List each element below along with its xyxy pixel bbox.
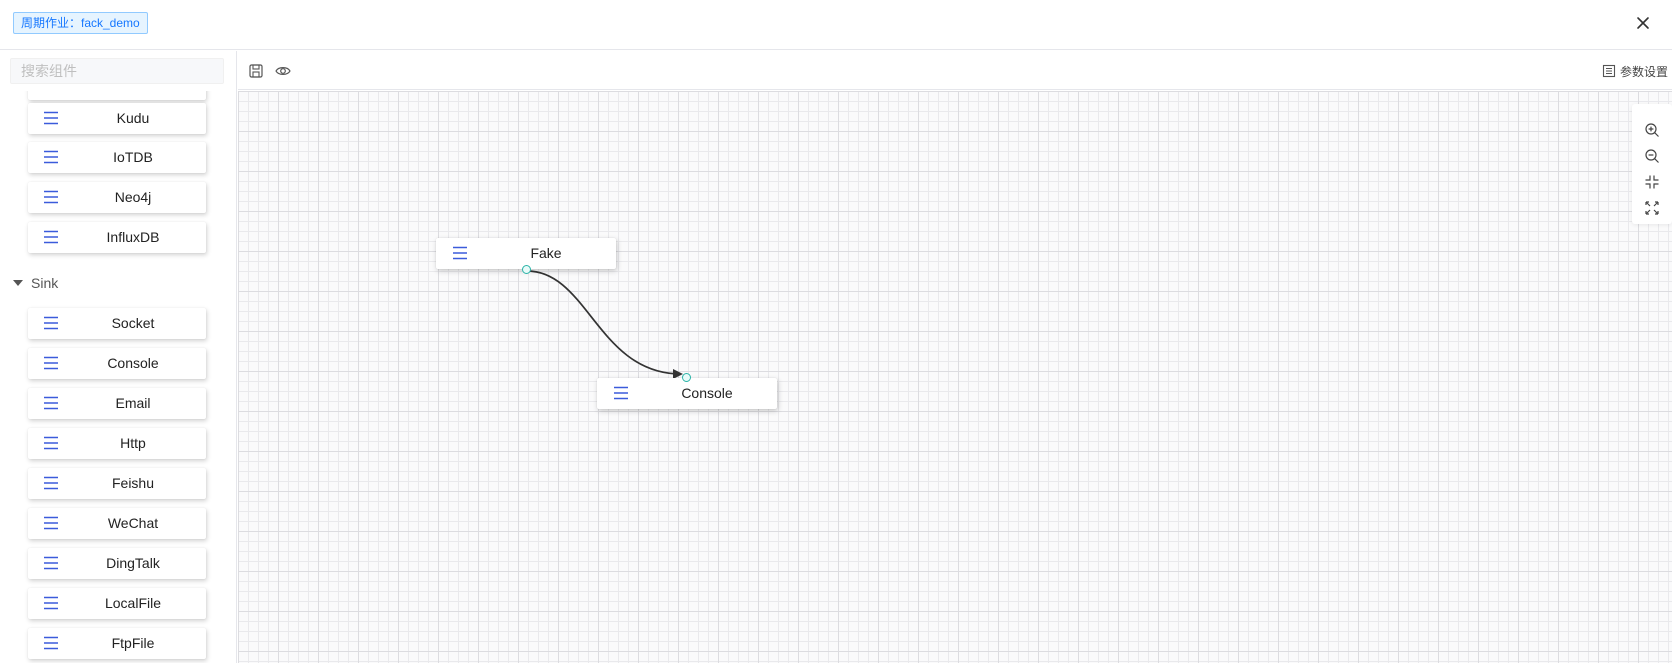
component-label: FtpFile — [111, 635, 155, 651]
component-label: Feishu — [111, 475, 155, 491]
fit-view-button[interactable] — [1644, 174, 1660, 190]
component-sidebar: Kudu IoTDB Neo4j InfluxDB Sink Socket Co… — [0, 51, 237, 663]
group-header-sink[interactable]: Sink — [12, 273, 58, 293]
zoom-out-button[interactable] — [1644, 148, 1660, 164]
save-button[interactable] — [248, 63, 264, 79]
fullscreen-icon — [1645, 201, 1659, 215]
zoom-in-icon — [1645, 123, 1659, 137]
component-label: InfluxDB — [106, 229, 160, 245]
component-item-feishu[interactable]: Feishu — [28, 468, 206, 499]
component-item-ftpfile[interactable]: FtpFile — [28, 628, 206, 659]
params-settings-button[interactable]: 参数设置 — [1602, 62, 1668, 80]
component-label: Http — [120, 435, 146, 451]
edge-fake-console[interactable] — [526, 270, 683, 379]
eye-icon — [275, 67, 291, 75]
output-port[interactable] — [522, 265, 531, 274]
edge-layer — [526, 270, 683, 379]
component-item-kudu[interactable]: Kudu — [28, 103, 206, 134]
component-item-console[interactable]: Console — [28, 348, 206, 379]
node-label: Console — [681, 385, 733, 401]
component-item-socket[interactable]: Socket — [28, 308, 206, 339]
component-item[interactable] — [28, 91, 206, 100]
group-label: Sink — [31, 275, 59, 291]
caret-down-icon — [13, 280, 23, 286]
node-console[interactable]: Console — [597, 378, 777, 409]
component-item-neo4j[interactable]: Neo4j — [28, 182, 206, 213]
close-icon — [1637, 17, 1649, 29]
close-button[interactable] — [1632, 12, 1654, 34]
component-label: Socket — [111, 315, 155, 331]
component-label: Neo4j — [114, 189, 152, 205]
component-item-localfile[interactable]: LocalFile — [28, 588, 206, 619]
zoom-out-icon — [1645, 149, 1659, 163]
canvas-toolbar: 参数设置 — [238, 51, 1672, 90]
component-label: Email — [115, 395, 151, 411]
preview-button[interactable] — [275, 63, 291, 79]
list-icon — [453, 246, 467, 260]
dialog-header: 周期作业：fack_demo — [0, 0, 1672, 50]
params-settings-label: 参数设置 — [1619, 64, 1668, 79]
search-input[interactable] — [10, 58, 224, 84]
fit-view-icon — [1645, 175, 1659, 189]
settings-list-icon — [1602, 64, 1616, 78]
fullscreen-button[interactable] — [1644, 200, 1660, 216]
component-label: IoTDB — [113, 149, 153, 165]
input-port[interactable] — [682, 373, 691, 382]
job-title-tag: 周期作业：fack_demo — [13, 12, 148, 34]
component-label: Kudu — [116, 110, 150, 126]
component-label: Console — [107, 355, 159, 371]
component-item-wechat[interactable]: WeChat — [28, 508, 206, 539]
save-icon — [249, 64, 263, 78]
component-label: DingTalk — [106, 555, 160, 571]
list-icon — [614, 386, 628, 400]
node-label: Fake — [530, 245, 562, 261]
component-item-iotdb[interactable]: IoTDB — [28, 142, 206, 173]
zoom-controls — [1632, 104, 1672, 224]
component-item-influxdb[interactable]: InfluxDB — [28, 222, 206, 253]
component-label: WeChat — [107, 515, 159, 531]
component-label: LocalFile — [104, 595, 162, 611]
component-item-http[interactable]: Http — [28, 428, 206, 459]
component-item-dingtalk[interactable]: DingTalk — [28, 548, 206, 579]
component-list[interactable]: Kudu IoTDB Neo4j InfluxDB Sink Socket Co… — [0, 91, 236, 663]
component-item-email[interactable]: Email — [28, 388, 206, 419]
dag-canvas[interactable]: Fake Console — [238, 91, 1672, 663]
zoom-in-button[interactable] — [1644, 122, 1660, 138]
